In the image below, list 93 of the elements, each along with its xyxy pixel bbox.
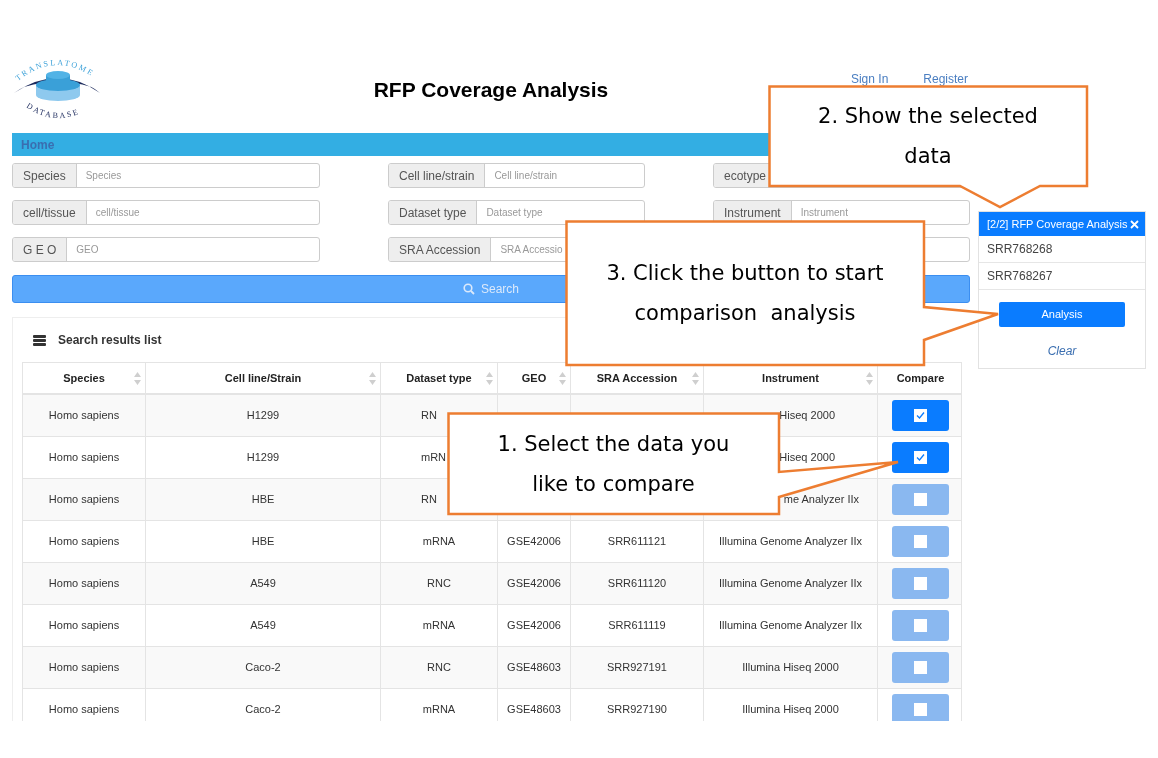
table-cell: Homo sapiens	[23, 647, 146, 688]
table-cell: Illumina Genome Analyzer IIx	[704, 563, 878, 604]
empty-square-icon	[914, 661, 927, 674]
table-cell: mRNA	[381, 689, 498, 721]
empty-square-icon	[914, 493, 927, 506]
empty-square-icon	[914, 703, 927, 716]
compare-checkbox[interactable]	[892, 610, 949, 641]
table-cell: Homo sapiens	[23, 437, 146, 478]
sort-icon[interactable]	[559, 372, 566, 385]
filter-field[interactable]: Species Species	[12, 163, 320, 188]
filter-field[interactable]: Dataset type Dataset type	[388, 200, 645, 225]
table-cell: SRR927190	[571, 689, 704, 721]
empty-square-icon	[914, 619, 927, 632]
table-cell: RNC	[381, 563, 498, 604]
selected-item: SRR768267	[979, 263, 1145, 290]
compare-checkbox[interactable]	[892, 526, 949, 557]
table-cell: HBE	[146, 521, 381, 562]
compare-checkbox[interactable]	[892, 400, 949, 431]
column-header[interactable]: Cell line/Strain	[146, 363, 381, 393]
table-cell: mRNA	[381, 521, 498, 562]
table-cell: SRR611121	[571, 521, 704, 562]
input-field[interactable]: Instrument	[791, 201, 969, 224]
table-cell: Caco-2	[146, 689, 381, 721]
analysis-button[interactable]: Analysis	[999, 302, 1125, 327]
list-icon	[33, 334, 46, 346]
input-field[interactable]: Cell line/strain	[485, 164, 644, 187]
search-icon	[463, 283, 475, 295]
table-cell: mRNA	[381, 605, 498, 646]
check-icon	[914, 451, 927, 464]
compare-checkbox[interactable]	[892, 694, 949, 721]
compare-checkbox[interactable]	[892, 652, 949, 683]
table-cell: Illumina Hiseq 2000	[704, 689, 878, 721]
sort-icon[interactable]	[369, 372, 376, 385]
clear-link[interactable]: Clear	[1047, 342, 1077, 360]
input-field[interactable]: Species	[76, 164, 319, 187]
filter-field[interactable]: cell/tissue cell/tissue	[12, 200, 320, 225]
table-cell: RNC	[381, 647, 498, 688]
field-label: SRA Accession	[389, 238, 492, 261]
close-icon[interactable]	[1130, 219, 1139, 229]
compare-checkbox[interactable]	[892, 568, 949, 599]
filter-field[interactable]: Cell line/strain Cell line/strain	[388, 163, 645, 188]
table-cell: GSE48603	[498, 689, 571, 721]
table-cell: H1299	[146, 437, 381, 478]
compare-checkbox[interactable]	[892, 484, 949, 515]
table-cell: GSE42006	[498, 521, 571, 562]
sort-icon[interactable]	[692, 372, 699, 385]
table-cell: SRR927191	[571, 647, 704, 688]
callout-tooltip-text: 2. Show the selected data	[818, 103, 1038, 170]
selected-item: SRR768268	[979, 236, 1145, 263]
sort-icon[interactable]	[486, 372, 493, 385]
field-label: Species	[13, 164, 77, 187]
table-cell: GSE48603	[498, 647, 571, 688]
field-label: Dataset type	[389, 201, 478, 224]
table-cell: Homo sapiens	[23, 521, 146, 562]
table-cell: SRR611119	[571, 605, 704, 646]
filter-field[interactable]: G E O GEO	[12, 237, 320, 262]
check-icon	[914, 409, 927, 422]
column-header[interactable]: Compare	[878, 363, 963, 393]
table-cell: A549	[146, 563, 381, 604]
input-field[interactable]: GEO	[67, 238, 319, 261]
empty-square-icon	[914, 577, 927, 590]
column-header[interactable]: Dataset type	[381, 363, 498, 393]
table-cell: Illumina Hiseq 2000	[704, 647, 878, 688]
table-cell: Homo sapiens	[23, 479, 146, 520]
sort-icon[interactable]	[866, 372, 873, 385]
table-cell: Illumina Genome Analyzer IIx	[704, 521, 878, 562]
table-cell: Homo sapiens	[23, 563, 146, 604]
compare-checkbox[interactable]	[892, 442, 949, 473]
empty-square-icon	[914, 535, 927, 548]
results-title: Search results list	[58, 332, 162, 349]
column-header[interactable]: Species	[23, 363, 146, 393]
field-label: G E O	[13, 238, 68, 261]
field-label: cell/tissue	[13, 201, 87, 224]
table-cell: HBE	[146, 479, 381, 520]
header-link[interactable]: Register	[923, 70, 968, 88]
table-cell: A549	[146, 605, 381, 646]
panel-title: [2/2] RFP Coverage Analysis	[987, 216, 1128, 232]
table-cell: SRR611120	[571, 563, 704, 604]
table-cell: Homo sapiens	[23, 395, 146, 436]
table-cell: GSE42006	[498, 563, 571, 604]
table-cell: Caco-2	[146, 647, 381, 688]
table-cell: H1299	[146, 395, 381, 436]
page-title: RFP Coverage Analysis	[373, 77, 609, 103]
table-cell: Homo sapiens	[23, 605, 146, 646]
input-field[interactable]: SRA Accessio	[491, 238, 644, 261]
input-field[interactable]: cell/tissue	[86, 201, 319, 224]
input-field[interactable]: Dataset type	[477, 201, 644, 224]
table-cell: Homo sapiens	[23, 689, 146, 721]
header-link[interactable]: Sign In	[850, 70, 889, 88]
table-cell: GSE42006	[498, 605, 571, 646]
table-cell: Illumina Genome Analyzer IIx	[704, 605, 878, 646]
sort-icon[interactable]	[134, 372, 141, 385]
field-label: Cell line/strain	[389, 164, 486, 187]
